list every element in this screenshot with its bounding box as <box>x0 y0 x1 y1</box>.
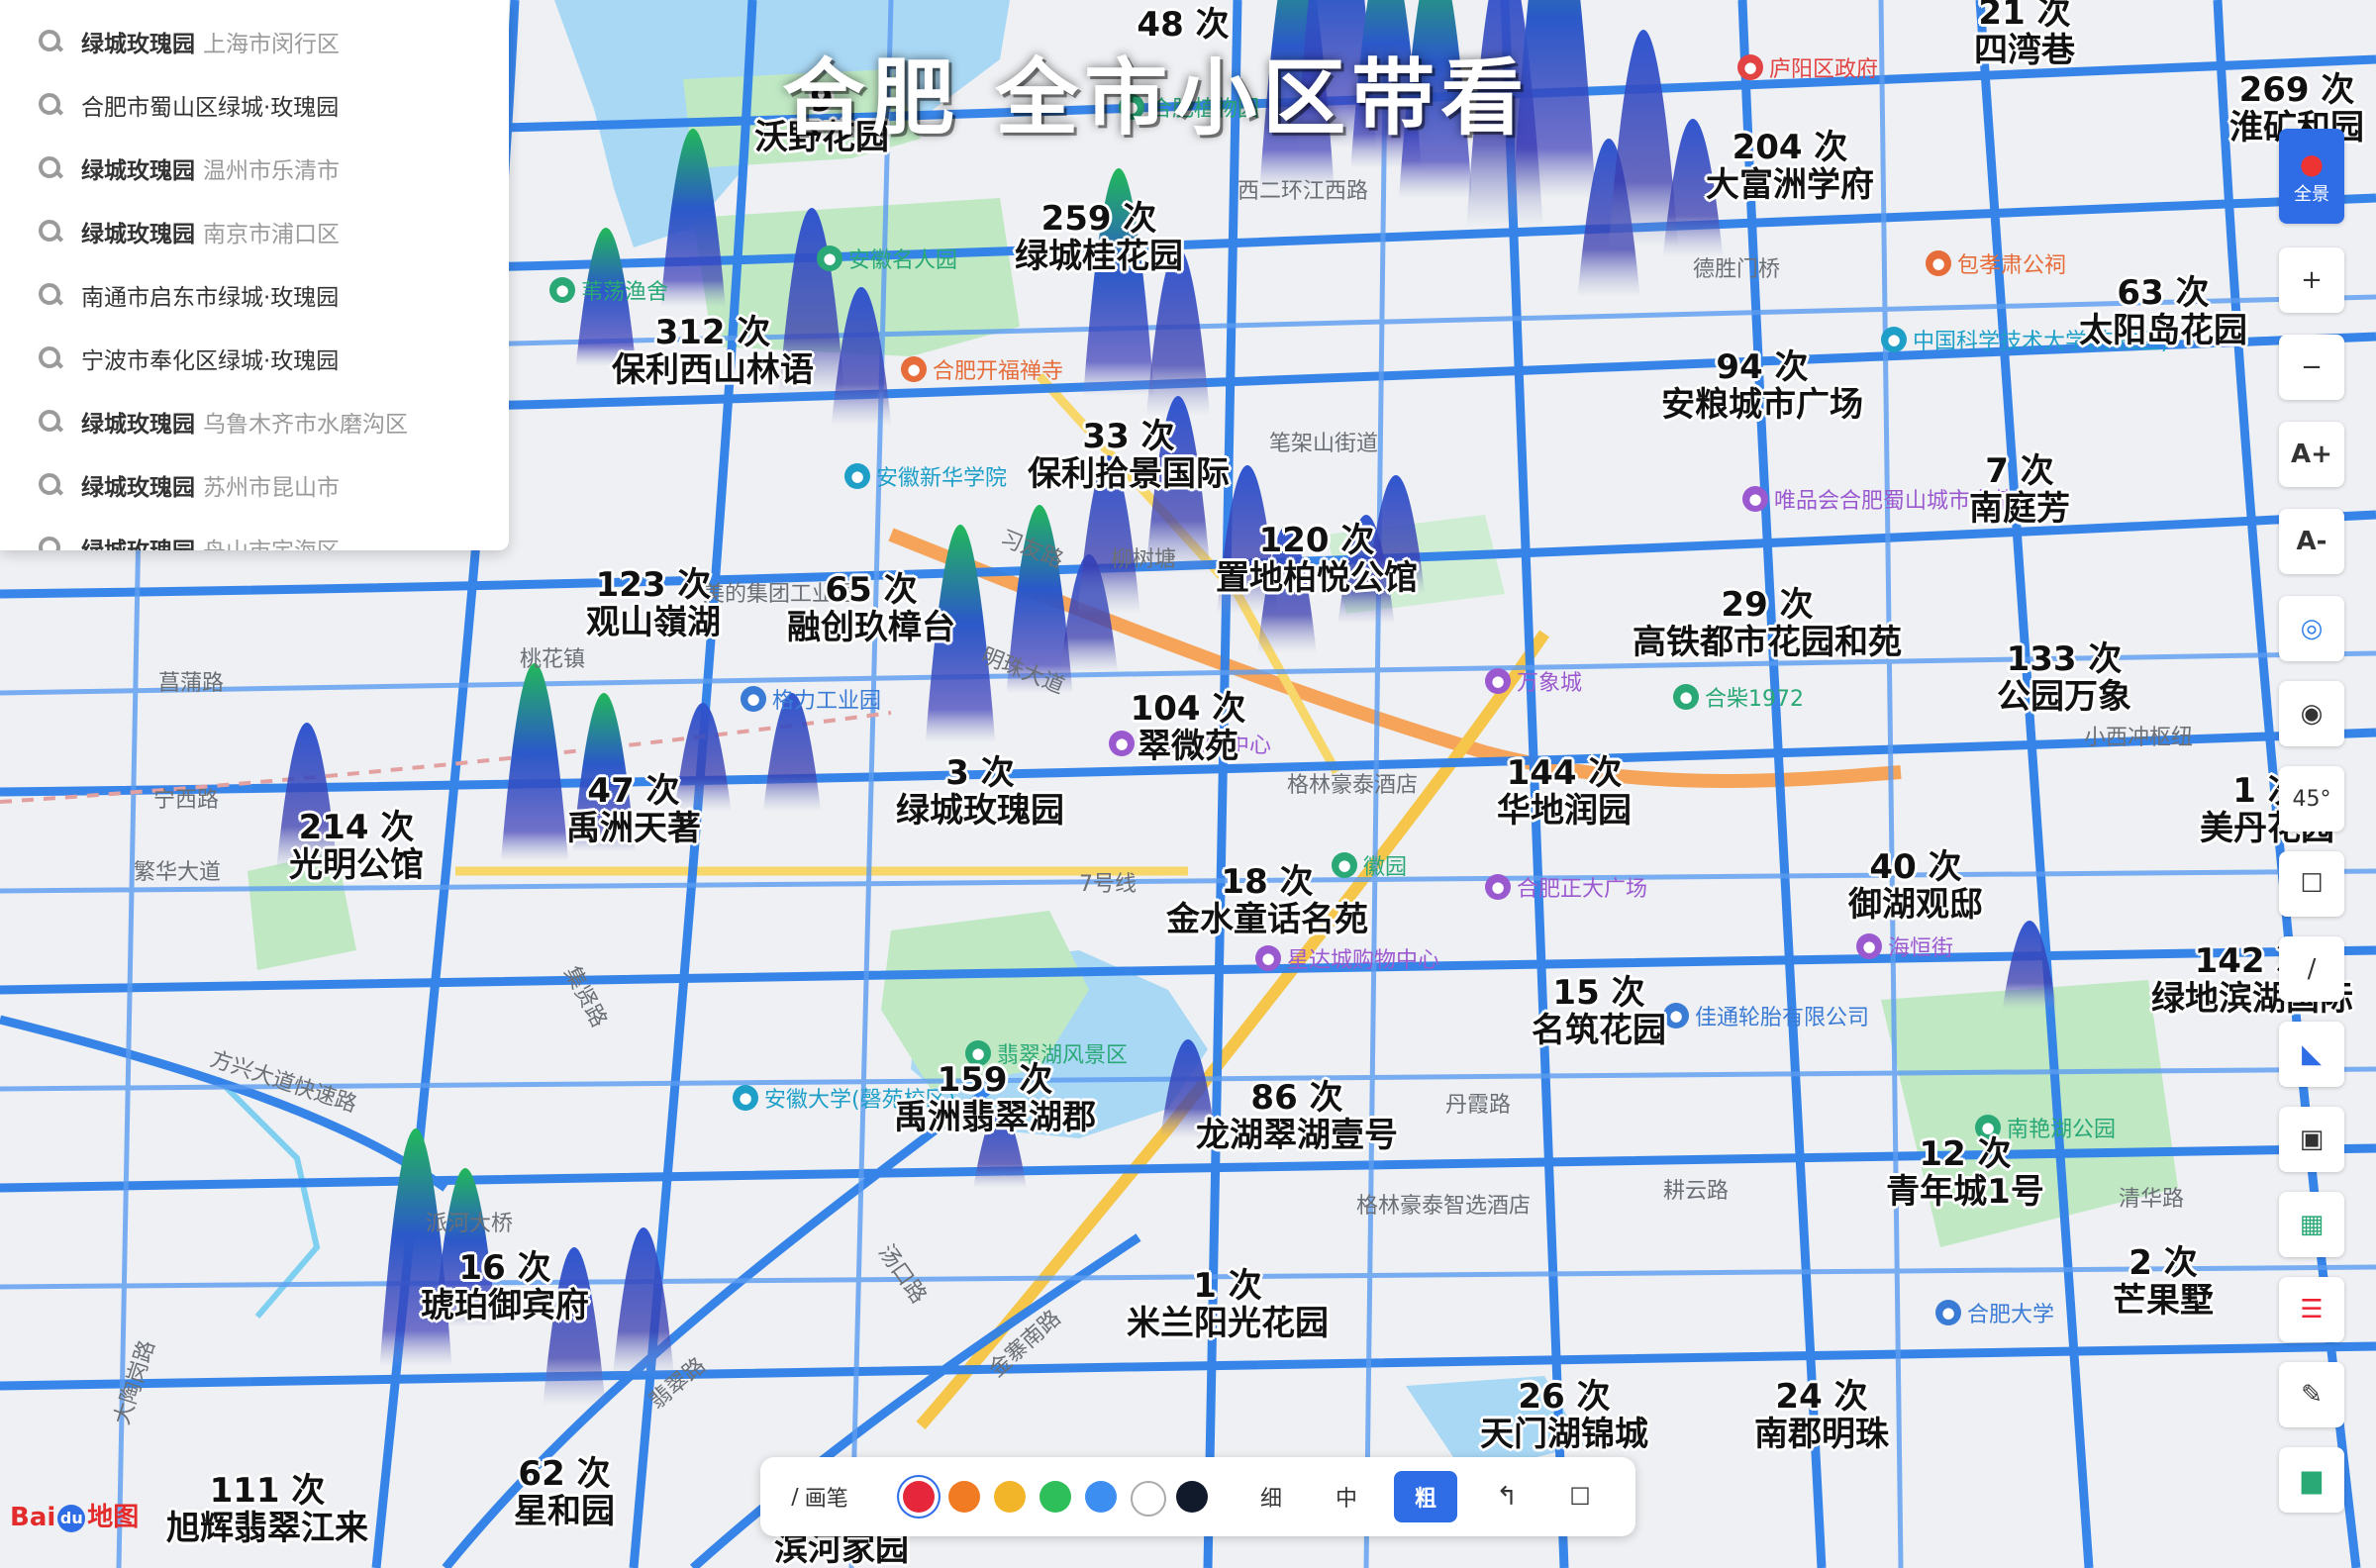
search-icon <box>38 219 63 245</box>
suggestion-item[interactable]: 绿城玫瑰园 上海市闵行区 <box>0 10 509 73</box>
zoom-out-button[interactable]: − <box>2279 335 2344 400</box>
color-swatch[interactable] <box>1040 1481 1071 1513</box>
suggestion-item[interactable]: 宁波市奉化区绿城·玫瑰园 <box>0 327 509 390</box>
drawing-toolbar: ∕ 画笔 细 中 粗 ↰ ☐ <box>760 1457 1635 1536</box>
suggestion-item[interactable]: 绿城玫瑰园舟山市定海区 <box>0 517 509 550</box>
color-swatch[interactable] <box>1176 1481 1208 1513</box>
undo-icon[interactable]: ↰ <box>1479 1471 1534 1522</box>
size-medium-button[interactable]: 中 <box>1319 1471 1374 1522</box>
suggestion-sub: 合肥市蜀山区绿城·玫瑰园 <box>81 95 340 121</box>
suggestion-main: 绿城玫瑰园 <box>81 532 195 550</box>
search-icon <box>38 92 63 118</box>
suggestion-item[interactable]: 绿城玫瑰园 温州市乐清市 <box>0 137 509 200</box>
suggestion-main: 绿城玫瑰园 <box>81 222 195 247</box>
chart-icon[interactable]: ▆ <box>2279 1447 2344 1513</box>
tilt-button[interactable]: 45° <box>2279 766 2344 832</box>
search-icon <box>38 345 63 371</box>
logo-text-2: 地图 <box>87 1503 140 1532</box>
search-icon <box>38 472 63 498</box>
color-swatch[interactable] <box>948 1481 980 1513</box>
trash-icon[interactable]: ☐ <box>2279 851 2344 917</box>
pen-icon: ∕ <box>791 1484 799 1510</box>
subway-icon[interactable]: ▣ <box>2279 1107 2344 1172</box>
suggestion-sub: 苏州市昆山市 <box>203 475 340 501</box>
suggestion-main: 绿城玫瑰园 <box>81 32 195 57</box>
panorama-label: 全景 <box>2294 183 2329 205</box>
panorama-button[interactable]: ● 全景 <box>2279 129 2344 224</box>
suggestion-sub: 上海市闵行区 <box>203 32 340 57</box>
suggestion-sub: 南京市浦口区 <box>203 222 340 247</box>
globe-icon[interactable]: ◎ <box>2279 596 2344 661</box>
suggestion-main: 绿城玫瑰园 <box>81 412 195 438</box>
suggestion-sub: 舟山市定海区 <box>203 532 340 550</box>
satellite-icon[interactable]: ▦ <box>2279 1192 2344 1257</box>
search-icon <box>38 536 63 550</box>
color-swatch[interactable] <box>994 1481 1026 1513</box>
brush-icon[interactable]: ∕ <box>2279 936 2344 1002</box>
ruler-icon[interactable]: ◣ <box>2279 1022 2344 1087</box>
suggestion-main: 绿城玫瑰园 <box>81 158 195 184</box>
pen-button[interactable]: ∕ 画笔 <box>772 1471 867 1522</box>
suggestion-sub: 乌鲁木齐市水磨沟区 <box>203 412 408 438</box>
search-icon <box>38 409 63 435</box>
search-suggestion-list: 绿城玫瑰园 上海市闵行区 合肥市蜀山区绿城·玫瑰园 绿城玫瑰园 温州市乐清市 绿城玫瑰园南… <box>0 0 509 550</box>
clear-icon[interactable]: ☐ <box>1552 1471 1608 1522</box>
suggestion-item[interactable]: 绿城玫瑰园 乌鲁木齐市水磨沟区 <box>0 390 509 453</box>
baidu-map-logo: Bai du 地图 <box>10 1497 139 1533</box>
note-icon[interactable]: ✎ <box>2279 1362 2344 1427</box>
suggestion-item[interactable]: 南通市启东市绿城·玫瑰园 <box>0 263 509 327</box>
pen-label: 画笔 <box>804 1487 848 1512</box>
zoom-in-button[interactable]: + <box>2279 247 2344 313</box>
font-increase-button[interactable]: A+ <box>2279 422 2344 487</box>
page-title: 合肥 全市小区带看 <box>782 49 1531 147</box>
suggestion-main: 绿城玫瑰园 <box>81 475 195 501</box>
search-icon <box>38 282 63 308</box>
suggestion-item[interactable]: 绿城玫瑰园 苏州市昆山市 <box>0 453 509 517</box>
size-thin-button[interactable]: 细 <box>1243 1471 1299 1522</box>
suggestion-sub: 宁波市奉化区绿城·玫瑰园 <box>81 348 340 374</box>
logo-text-1: Bai <box>10 1503 56 1532</box>
search-icon <box>38 29 63 54</box>
suggestion-sub: 南通市启东市绿城·玫瑰园 <box>81 285 340 311</box>
color-swatch[interactable] <box>1131 1481 1166 1517</box>
size-thick-button[interactable]: 粗 <box>1394 1471 1457 1522</box>
eye-icon[interactable]: ◉ <box>2279 681 2344 746</box>
logo-paw: du <box>57 1504 86 1532</box>
suggestion-item[interactable]: 绿城玫瑰园 南京市浦口区 <box>0 200 509 263</box>
font-decrease-button[interactable]: A- <box>2279 509 2344 574</box>
suggestion-sub: 温州市乐清市 <box>203 158 340 184</box>
color-swatch[interactable] <box>903 1481 935 1513</box>
color-swatch[interactable] <box>1085 1481 1117 1513</box>
search-icon <box>38 155 63 181</box>
location-pin-icon: ● <box>2299 147 2325 180</box>
traffic-light-icon[interactable]: ☰ <box>2279 1277 2344 1342</box>
map-stage: 繁华大道 宁西路 菖蒲路 方兴大道快速路 集贤路 翡翠路 金寨南路 汤口路 丹霞路 耕云路 清华路明… <box>0 0 2376 1568</box>
suggestion-item[interactable]: 合肥市蜀山区绿城·玫瑰园 <box>0 73 509 137</box>
